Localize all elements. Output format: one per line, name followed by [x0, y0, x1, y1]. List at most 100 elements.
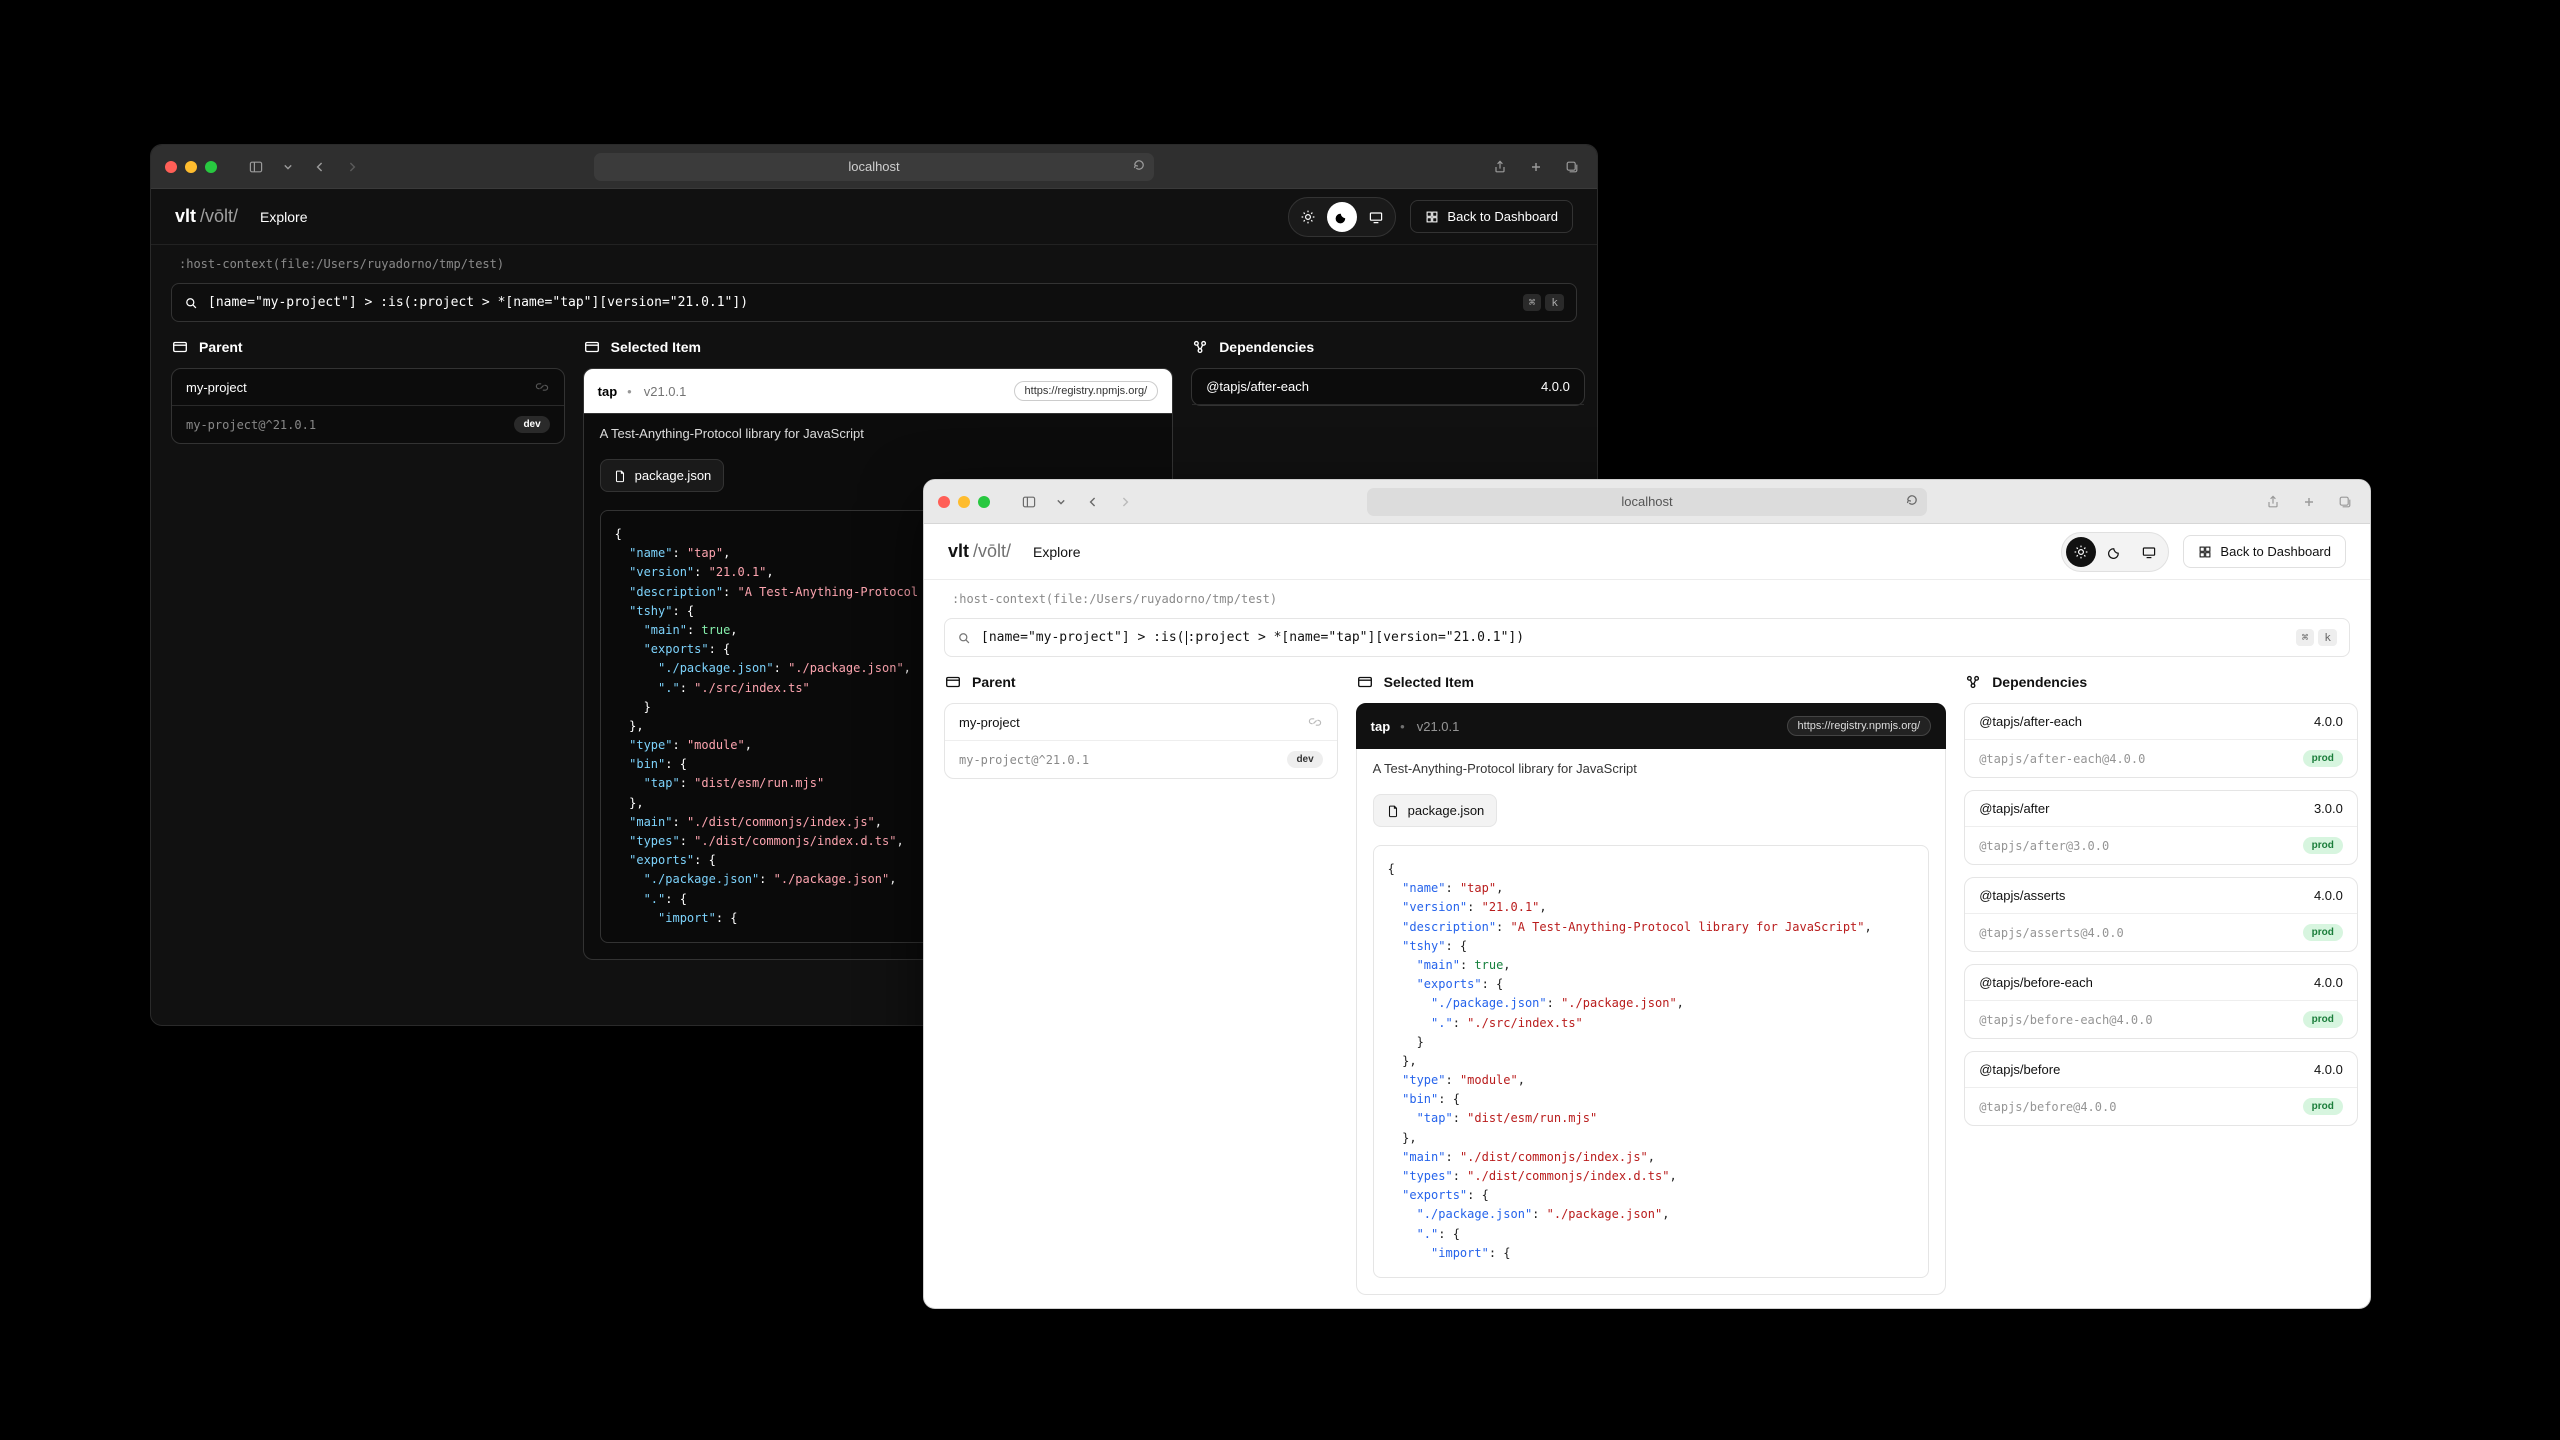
dep-spec: @tapjs/before-each@4.0.0 [1979, 1013, 2152, 1027]
link-icon [1307, 714, 1323, 730]
dependency-card[interactable]: @tapjs/before-each4.0.0@tapjs/before-eac… [1964, 964, 2358, 1039]
light-mode-button[interactable] [2066, 537, 2096, 567]
column-header-parent: Parent [171, 338, 565, 356]
tag-dev: dev [1287, 751, 1322, 768]
nav-back-icon[interactable] [309, 156, 331, 178]
dep-name: @tapjs/asserts [1979, 888, 2065, 903]
selected-description: A Test-Anything-Protocol library for Jav… [584, 414, 1173, 453]
column-header-dependencies: Dependencies [1191, 338, 1585, 356]
columns: Parent my-project my-project@^21.0.1 dev… [924, 673, 2370, 1309]
registry-pill[interactable]: https://registry.npmjs.org/ [1787, 716, 1932, 736]
dependency-card[interactable]: @tapjs/after3.0.0@tapjs/after@3.0.0prod [1964, 790, 2358, 865]
close-icon[interactable] [165, 161, 177, 173]
refresh-icon[interactable] [1905, 493, 1919, 510]
share-icon[interactable] [2262, 491, 2284, 513]
selected-icon [1356, 673, 1374, 691]
app-header: vlt/vōlt/ Explore Back to Dashboard [924, 524, 2370, 580]
column-header-parent: Parent [944, 673, 1338, 691]
url-bar[interactable]: localhost [594, 153, 1154, 181]
query-input[interactable]: [name="my-project"] > :is(:project > *[n… [944, 618, 2350, 657]
tag-prod: prod [2303, 924, 2343, 941]
query-input[interactable]: [name="my-project"] > :is(:project > *[n… [171, 283, 1577, 322]
host-context: :host-context(file:/Users/ruyadorno/tmp/… [924, 580, 2370, 612]
maximize-icon[interactable] [205, 161, 217, 173]
dep-name: @tapjs/after [1979, 801, 2049, 816]
minimize-icon[interactable] [185, 161, 197, 173]
traffic-lights [165, 161, 217, 173]
parent-name: my-project [959, 715, 1020, 730]
dependency-list: @tapjs/after-each4.0.0@tapjs/after-each@… [1964, 703, 2358, 1126]
new-tab-icon[interactable] [2298, 491, 2320, 513]
system-mode-button[interactable] [2134, 537, 2164, 567]
parent-icon [944, 673, 962, 691]
sidebar-toggle-icon[interactable] [245, 156, 267, 178]
file-icon [613, 469, 627, 483]
url-text: localhost [848, 159, 899, 174]
dependency-card[interactable]: @tapjs/after-each 4.0.0 [1191, 368, 1585, 406]
selected-head: tap • v21.0.1 https://registry.npmjs.org… [583, 368, 1174, 414]
nav-explore[interactable]: Explore [1033, 544, 1080, 560]
selected-description: A Test-Anything-Protocol library for Jav… [1357, 749, 1946, 788]
maximize-icon[interactable] [978, 496, 990, 508]
package-json-button[interactable]: package.json [1373, 794, 1498, 827]
dark-mode-button[interactable] [1327, 202, 1357, 232]
tabs-overview-icon[interactable] [1561, 156, 1583, 178]
dependency-card[interactable]: @tapjs/after-each4.0.0@tapjs/after-each@… [1964, 703, 2358, 778]
back-to-dashboard-button[interactable]: Back to Dashboard [2183, 535, 2346, 568]
url-bar[interactable]: localhost [1367, 488, 1927, 516]
theme-switcher [2061, 532, 2169, 572]
dep-spec: @tapjs/before@4.0.0 [1979, 1100, 2116, 1114]
system-mode-button[interactable] [1361, 202, 1391, 232]
parent-name: my-project [186, 380, 247, 395]
dep-spec: @tapjs/after-each@4.0.0 [1979, 752, 2145, 766]
refresh-icon[interactable] [1132, 158, 1146, 175]
selected-version: v21.0.1 [644, 384, 687, 399]
minimize-icon[interactable] [958, 496, 970, 508]
parent-card[interactable]: my-project my-project@^21.0.1 dev [171, 368, 565, 444]
sidebar-toggle-icon[interactable] [1018, 491, 1040, 513]
selected-icon [583, 338, 601, 356]
column-dependencies: Dependencies @tapjs/after-each4.0.0@tapj… [1964, 673, 2358, 1295]
dep-version: 4.0.0 [2314, 975, 2343, 990]
selected-name: tap [1371, 719, 1391, 734]
theme-switcher [1288, 197, 1396, 237]
brand-logo: vlt/vōlt/ [175, 206, 238, 227]
chevron-down-icon[interactable] [1050, 491, 1072, 513]
dep-spec: @tapjs/asserts@4.0.0 [1979, 926, 2124, 940]
titlebar: localhost [924, 480, 2370, 524]
dep-version: 4.0.0 [2314, 714, 2343, 729]
dependency-card[interactable]: @tapjs/asserts4.0.0@tapjs/asserts@4.0.0p… [1964, 877, 2358, 952]
tabs-overview-icon[interactable] [2334, 491, 2356, 513]
column-header-dependencies: Dependencies [1964, 673, 2358, 691]
kbd-shortcut: ⌘ k [1523, 294, 1564, 311]
chevron-down-icon[interactable] [277, 156, 299, 178]
column-parent: Parent my-project my-project@^21.0.1 dev [171, 338, 565, 960]
dark-mode-button[interactable] [2100, 537, 2130, 567]
dep-name: @tapjs/before [1979, 1062, 2060, 1077]
dependency-card[interactable]: @tapjs/before 4.0.0 @tapjs/before@4.0.0 pro… [1964, 1051, 2358, 1126]
nav-forward-icon [341, 156, 363, 178]
package-json-button[interactable]: package.json [600, 459, 725, 492]
search-icon [184, 296, 198, 310]
dep-version: 4.0.0 [2314, 1062, 2343, 1077]
share-icon[interactable] [1489, 156, 1511, 178]
back-to-dashboard-button[interactable]: Back to Dashboard [1410, 200, 1573, 233]
nav-explore[interactable]: Explore [260, 209, 307, 225]
tag-prod: prod [2303, 1098, 2343, 1115]
close-icon[interactable] [938, 496, 950, 508]
parent-icon [171, 338, 189, 356]
dep-name: @tapjs/after-each [1206, 379, 1309, 394]
code-block: { "name": "tap", "version": "21.0.1", "d… [1373, 845, 1930, 1278]
dependencies-icon [1964, 673, 1982, 691]
dependencies-icon [1191, 338, 1209, 356]
kbd-shortcut: ⌘ k [2296, 629, 2337, 646]
parent-card[interactable]: my-project my-project@^21.0.1 dev [944, 703, 1338, 779]
column-header-selected: Selected Item [1356, 673, 1947, 691]
nav-back-icon[interactable] [1082, 491, 1104, 513]
parent-spec: my-project@^21.0.1 [959, 753, 1089, 767]
new-tab-icon[interactable] [1525, 156, 1547, 178]
dep-version: 4.0.0 [1541, 379, 1570, 394]
registry-pill[interactable]: https://registry.npmjs.org/ [1014, 381, 1159, 401]
light-mode-button[interactable] [1293, 202, 1323, 232]
nav-forward-icon [1114, 491, 1136, 513]
